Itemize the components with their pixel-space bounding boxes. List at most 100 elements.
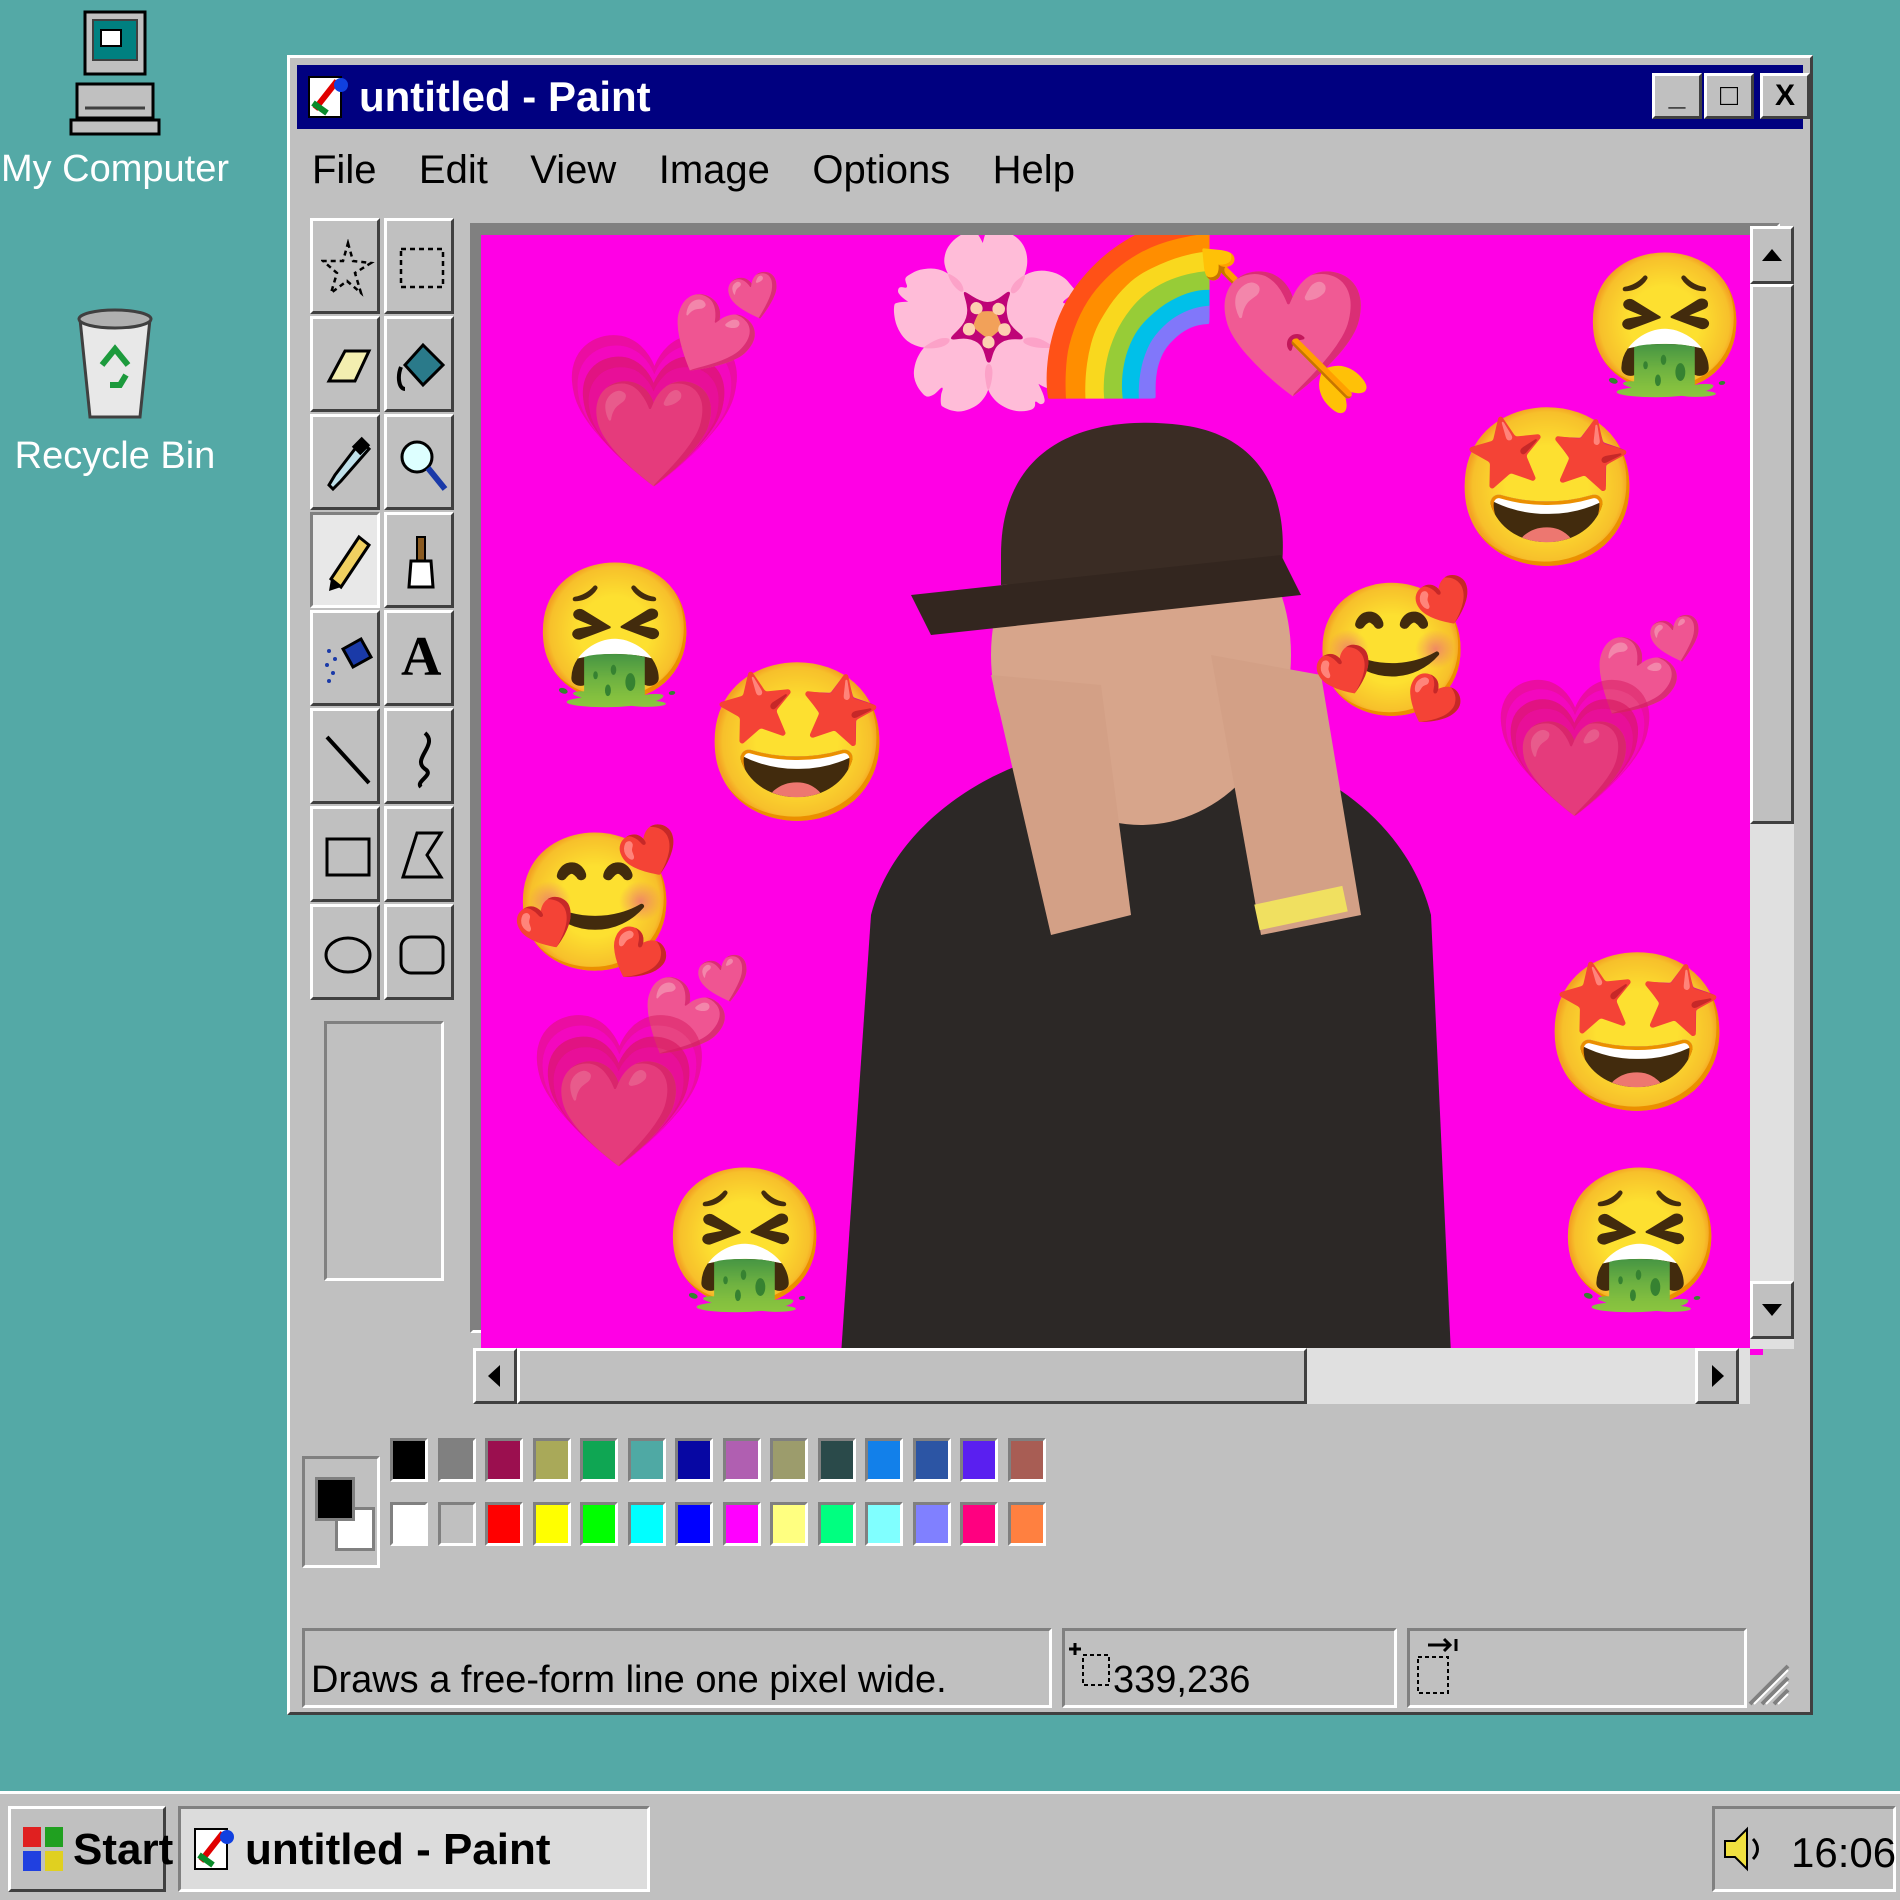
drawing-canvas[interactable]: 💗 💕 🌸 🌈 💘 🤮 🤩 🤮 🥰 💕 💗 🤩 🥰 🤩 💕 💗 🤮 🤮	[481, 235, 1763, 1355]
speaker-icon[interactable]	[1721, 1821, 1767, 1877]
palette-color-swatch[interactable]	[865, 1502, 903, 1546]
palette-color-swatch[interactable]	[437, 1502, 476, 1546]
arrow-left-icon	[488, 1365, 500, 1387]
tool-eraser[interactable]	[310, 316, 380, 412]
tool-options-box[interactable]	[324, 1021, 444, 1281]
system-tray: 16:06	[1712, 1806, 1896, 1892]
magnifier-icon	[400, 440, 448, 491]
menu-options[interactable]: Options	[812, 148, 950, 193]
palette-color-swatch[interactable]	[1007, 1502, 1046, 1546]
scroll-right-button[interactable]	[1695, 1348, 1739, 1404]
palette-color-swatch[interactable]	[865, 1438, 903, 1482]
title-bar[interactable]: untitled - Paint _ □ X	[297, 65, 1810, 129]
palette-color-swatch[interactable]	[770, 1438, 808, 1482]
horizontal-scroll-thumb[interactable]	[517, 1348, 1307, 1404]
palette-color-swatch[interactable]	[485, 1502, 523, 1546]
ellipse-icon	[324, 936, 372, 974]
current-colors[interactable]	[302, 1456, 380, 1568]
scroll-up-button[interactable]	[1750, 226, 1794, 284]
desktop-icon-label: My Computer	[0, 148, 230, 190]
palette-color-swatch[interactable]	[960, 1438, 998, 1482]
fill-bucket-icon	[396, 342, 446, 391]
vertical-scrollbar[interactable]	[1750, 226, 1794, 1349]
rectangle-icon	[325, 837, 371, 877]
palette-color-swatch[interactable]	[485, 1438, 523, 1482]
tool-rect-select[interactable]	[384, 218, 454, 314]
palette-color-swatch[interactable]	[580, 1438, 618, 1482]
canvas-emoji: 🤩	[1451, 401, 1644, 574]
minimize-button[interactable]: _	[1652, 73, 1702, 119]
color-palette	[302, 1438, 1062, 1568]
palette-color-swatch[interactable]	[960, 1502, 998, 1546]
canvas-frame: 💗 💕 🌸 🌈 💘 🤮 🤩 🤮 🥰 💕 💗 🤩 🥰 🤩 💕 💗 🤮 🤮	[470, 223, 1780, 1355]
tool-rounded-rectangle[interactable]	[384, 904, 454, 1000]
tool-text[interactable]: A	[384, 610, 454, 706]
canvas-emoji: 🥰	[511, 827, 680, 978]
tool-brush[interactable]	[384, 512, 454, 608]
tool-line[interactable]	[310, 708, 380, 804]
palette-color-swatch[interactable]	[532, 1502, 571, 1546]
vertical-scroll-thumb[interactable]	[1750, 284, 1794, 824]
tool-pencil[interactable]	[310, 512, 380, 608]
maximize-button[interactable]: □	[1704, 73, 1754, 119]
canvas-emoji: 🤮	[1581, 247, 1750, 398]
tool-polygon[interactable]	[384, 806, 454, 902]
computer-icon	[69, 10, 161, 136]
palette-color-swatch[interactable]	[675, 1502, 713, 1546]
palette-color-swatch[interactable]	[627, 1502, 666, 1546]
window-title: untitled - Paint	[359, 73, 651, 120]
free-form-select-icon	[321, 239, 375, 297]
tool-rectangle[interactable]	[310, 806, 380, 902]
palette-color-swatch[interactable]	[912, 1502, 951, 1546]
foreground-color-swatch	[315, 1477, 355, 1521]
palette-color-swatch[interactable]	[580, 1502, 618, 1546]
menu-view[interactable]: View	[530, 148, 616, 193]
palette-color-swatch[interactable]	[437, 1438, 476, 1482]
horizontal-scrollbar[interactable]	[473, 1348, 1750, 1404]
palette-color-swatch[interactable]	[722, 1438, 761, 1482]
tool-color-picker[interactable]	[310, 414, 380, 510]
palette-color-swatch[interactable]	[817, 1502, 856, 1546]
scroll-down-button[interactable]	[1750, 1281, 1794, 1339]
desktop-icon-my-computer[interactable]: My Computer	[0, 8, 230, 191]
tool-ellipse[interactable]	[310, 904, 380, 1000]
taskbar-item-paint[interactable]: untitled - Paint	[178, 1806, 650, 1892]
text-icon: A	[401, 626, 442, 688]
tool-free-form-select[interactable]	[310, 218, 380, 314]
brush-icon	[407, 536, 435, 589]
arrow-up-icon	[1762, 249, 1782, 261]
start-button[interactable]: Start	[8, 1806, 173, 1892]
resize-grip-icon[interactable]	[1740, 1656, 1790, 1706]
palette-color-swatch[interactable]	[722, 1502, 761, 1546]
menu-edit[interactable]: Edit	[419, 148, 488, 193]
scroll-left-button[interactable]	[473, 1348, 517, 1404]
tool-magnifier[interactable]	[384, 414, 454, 510]
line-icon	[325, 735, 371, 785]
palette-color-swatch[interactable]	[912, 1438, 951, 1482]
menu-help[interactable]: Help	[993, 148, 1075, 193]
palette-color-swatch[interactable]	[675, 1438, 713, 1482]
status-coordinates-panel: 339,236	[1062, 1628, 1397, 1708]
tool-airbrush[interactable]	[310, 610, 380, 706]
selection-size-icon	[1417, 1637, 1458, 1694]
cursor-position-icon	[1069, 1643, 1110, 1686]
palette-color-swatch[interactable]	[1007, 1438, 1046, 1482]
toolbox: A	[310, 218, 460, 1568]
palette-color-swatch[interactable]	[532, 1438, 571, 1482]
palette-color-swatch[interactable]	[390, 1438, 428, 1482]
canvas-emoji: 🤮	[661, 1162, 830, 1313]
desktop-icon-recycle-bin[interactable]: Recycle Bin	[0, 305, 230, 478]
palette-color-swatch[interactable]	[627, 1438, 666, 1482]
color-picker-icon	[327, 436, 372, 492]
maximize-glyph: □	[1719, 79, 1739, 112]
menu-file[interactable]: File	[312, 148, 376, 193]
canvas-emoji: 💗	[1491, 672, 1660, 823]
palette-color-swatch[interactable]	[817, 1438, 856, 1482]
palette-color-swatch[interactable]	[770, 1502, 808, 1546]
curve-icon	[417, 731, 431, 789]
tool-curve[interactable]	[384, 708, 454, 804]
tool-fill[interactable]	[384, 316, 454, 412]
close-button[interactable]: X	[1760, 73, 1810, 119]
menu-image[interactable]: Image	[659, 148, 770, 193]
palette-color-swatch[interactable]	[390, 1502, 428, 1546]
